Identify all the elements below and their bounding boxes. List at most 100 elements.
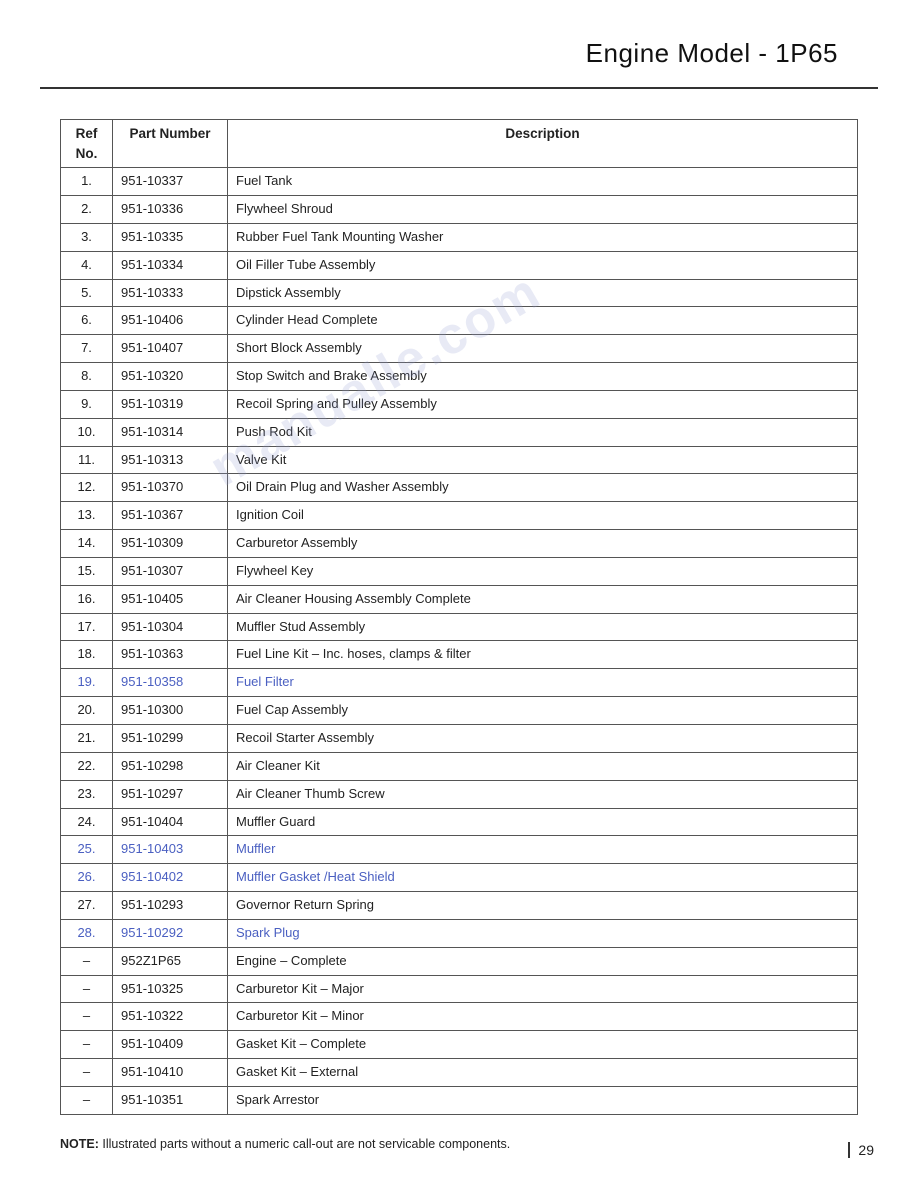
cell-part: 951-10297 <box>113 780 228 808</box>
cell-part: 951-10314 <box>113 418 228 446</box>
note-area: NOTE: Illustrated parts without a numeri… <box>60 1137 858 1151</box>
cell-desc: Muffler Gasket /Heat Shield <box>228 864 858 892</box>
cell-part: 952Z1P65 <box>113 947 228 975</box>
cell-desc: Carburetor Kit – Major <box>228 975 858 1003</box>
cell-ref: 9. <box>61 390 113 418</box>
cell-ref: 13. <box>61 502 113 530</box>
note-label: NOTE: <box>60 1137 99 1151</box>
cell-ref: 21. <box>61 725 113 753</box>
cell-part: 951-10363 <box>113 641 228 669</box>
cell-ref: 16. <box>61 585 113 613</box>
cell-ref: 19. <box>61 669 113 697</box>
cell-part: 951-10299 <box>113 725 228 753</box>
cell-part: 951-10298 <box>113 752 228 780</box>
note-text: Illustrated parts without a numeric call… <box>102 1137 510 1151</box>
cell-part: 951-10336 <box>113 195 228 223</box>
table-row: 11.951-10313Valve Kit <box>61 446 858 474</box>
table-row: –951-10322Carburetor Kit – Minor <box>61 1003 858 1031</box>
cell-part: 951-10358 <box>113 669 228 697</box>
cell-desc: Air Cleaner Thumb Screw <box>228 780 858 808</box>
cell-ref: 5. <box>61 279 113 307</box>
cell-part: 951-10333 <box>113 279 228 307</box>
cell-part: 951-10304 <box>113 613 228 641</box>
col-header-part: Part Number <box>113 120 228 168</box>
table-row: 17.951-10304Muffler Stud Assembly <box>61 613 858 641</box>
cell-desc: Oil Drain Plug and Washer Assembly <box>228 474 858 502</box>
table-row: 6.951-10406Cylinder Head Complete <box>61 307 858 335</box>
table-row: 16.951-10405Air Cleaner Housing Assembly… <box>61 585 858 613</box>
cell-part: 951-10402 <box>113 864 228 892</box>
cell-ref: – <box>61 1031 113 1059</box>
cell-desc: Spark Arrestor <box>228 1086 858 1114</box>
cell-part: 951-10351 <box>113 1086 228 1114</box>
cell-desc: Muffler Guard <box>228 808 858 836</box>
cell-desc: Push Rod Kit <box>228 418 858 446</box>
cell-ref: 23. <box>61 780 113 808</box>
table-row: 3.951-10335Rubber Fuel Tank Mounting Was… <box>61 223 858 251</box>
cell-desc: Cylinder Head Complete <box>228 307 858 335</box>
cell-desc: Fuel Line Kit – Inc. hoses, clamps & fil… <box>228 641 858 669</box>
cell-part: 951-10405 <box>113 585 228 613</box>
cell-part: 951-10403 <box>113 836 228 864</box>
cell-desc: Stop Switch and Brake Assembly <box>228 363 858 391</box>
cell-ref: – <box>61 975 113 1003</box>
cell-ref: – <box>61 947 113 975</box>
table-row: 22.951-10298Air Cleaner Kit <box>61 752 858 780</box>
table-row: 13.951-10367Ignition Coil <box>61 502 858 530</box>
table-row: 23.951-10297Air Cleaner Thumb Screw <box>61 780 858 808</box>
table-row: 19.951-10358Fuel Filter <box>61 669 858 697</box>
cell-part: 951-10293 <box>113 892 228 920</box>
col-header-desc: Description <box>228 120 858 168</box>
cell-desc: Flywheel Key <box>228 557 858 585</box>
cell-ref: 11. <box>61 446 113 474</box>
page-number: 29 <box>848 1142 874 1158</box>
table-row: 15.951-10307Flywheel Key <box>61 557 858 585</box>
cell-desc: Governor Return Spring <box>228 892 858 920</box>
cell-desc: Gasket Kit – External <box>228 1059 858 1087</box>
cell-ref: 27. <box>61 892 113 920</box>
cell-ref: 2. <box>61 195 113 223</box>
cell-ref: 3. <box>61 223 113 251</box>
cell-desc: Muffler Stud Assembly <box>228 613 858 641</box>
cell-ref: 6. <box>61 307 113 335</box>
cell-desc: Air Cleaner Kit <box>228 752 858 780</box>
table-row: 1.951-10337Fuel Tank <box>61 168 858 196</box>
table-row: –952Z1P65Engine – Complete <box>61 947 858 975</box>
cell-part: 951-10335 <box>113 223 228 251</box>
table-row: 9.951-10319Recoil Spring and Pulley Asse… <box>61 390 858 418</box>
cell-ref: – <box>61 1086 113 1114</box>
cell-part: 951-10309 <box>113 530 228 558</box>
table-row: 28.951-10292Spark Plug <box>61 919 858 947</box>
table-row: 20.951-10300Fuel Cap Assembly <box>61 697 858 725</box>
cell-ref: 7. <box>61 335 113 363</box>
table-row: 25.951-10403Muffler <box>61 836 858 864</box>
cell-desc: Muffler <box>228 836 858 864</box>
cell-part: 951-10410 <box>113 1059 228 1087</box>
cell-part: 951-10292 <box>113 919 228 947</box>
cell-part: 951-10370 <box>113 474 228 502</box>
cell-desc: Dipstick Assembly <box>228 279 858 307</box>
table-row: –951-10410Gasket Kit – External <box>61 1059 858 1087</box>
cell-ref: 26. <box>61 864 113 892</box>
cell-desc: Short Block Assembly <box>228 335 858 363</box>
cell-desc: Valve Kit <box>228 446 858 474</box>
table-row: –951-10351Spark Arrestor <box>61 1086 858 1114</box>
cell-desc: Fuel Filter <box>228 669 858 697</box>
cell-desc: Engine – Complete <box>228 947 858 975</box>
cell-part: 951-10409 <box>113 1031 228 1059</box>
cell-desc: Carburetor Kit – Minor <box>228 1003 858 1031</box>
cell-part: 951-10320 <box>113 363 228 391</box>
cell-part: 951-10307 <box>113 557 228 585</box>
table-row: –951-10409Gasket Kit – Complete <box>61 1031 858 1059</box>
cell-ref: 25. <box>61 836 113 864</box>
table-row: 5.951-10333Dipstick Assembly <box>61 279 858 307</box>
cell-desc: Flywheel Shroud <box>228 195 858 223</box>
table-row: 21.951-10299Recoil Starter Assembly <box>61 725 858 753</box>
cell-ref: 22. <box>61 752 113 780</box>
cell-ref: 18. <box>61 641 113 669</box>
page-title: Engine Model - 1P65 <box>586 38 838 69</box>
cell-ref: 12. <box>61 474 113 502</box>
table-row: 10.951-10314Push Rod Kit <box>61 418 858 446</box>
cell-desc: Fuel Tank <box>228 168 858 196</box>
table-row: 2.951-10336Flywheel Shroud <box>61 195 858 223</box>
